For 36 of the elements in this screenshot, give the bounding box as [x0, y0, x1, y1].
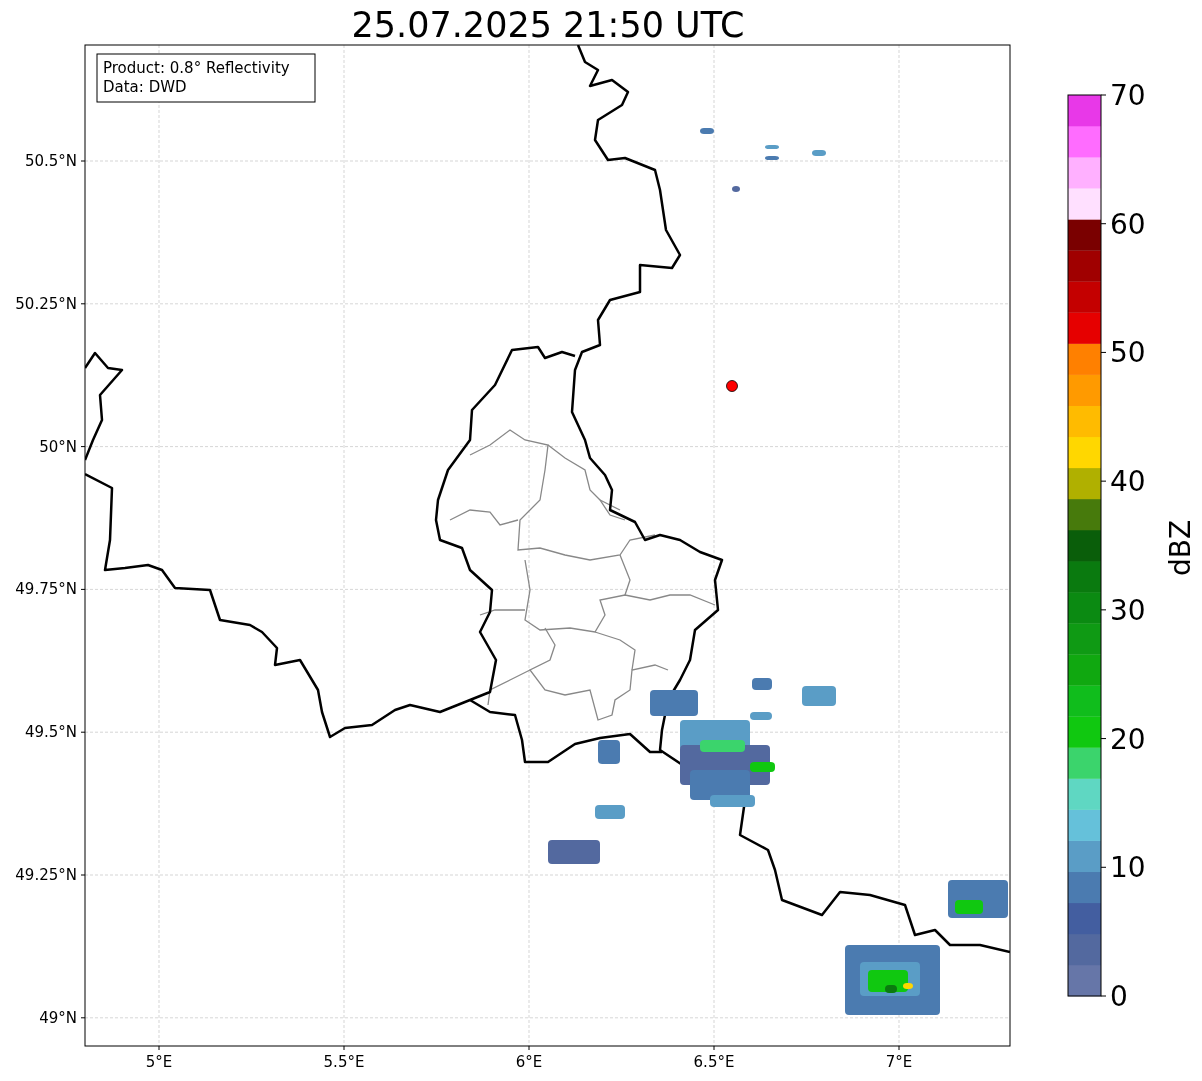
colorbar-label: dBZ [1164, 519, 1197, 577]
colorbar-tick-label: 20 [1110, 722, 1146, 756]
radar-echo [598, 740, 620, 764]
latitude-label: 50.25°N [15, 294, 77, 313]
radar-echo [812, 150, 826, 156]
longitude-label: 7°E [885, 1053, 913, 1071]
radar-echo [752, 678, 772, 690]
info-text: Product: 0.8° Reflectivity [103, 59, 290, 77]
colorbar-tick-label: 60 [1110, 207, 1146, 241]
longitude-label: 6.5°E [693, 1053, 735, 1071]
radar-echo [765, 156, 779, 160]
radar-echo [802, 686, 836, 706]
radar-echo [732, 186, 740, 192]
radar-echo [548, 840, 600, 864]
colorbar-tick-label: 40 [1110, 465, 1146, 499]
info-text: Data: DWD [103, 78, 187, 96]
latitude-label: 50°N [39, 437, 77, 456]
latitude-label: 49.25°N [15, 866, 77, 884]
latitude-label: 50.5°N [24, 152, 77, 170]
radar-site-marker [726, 380, 738, 392]
radar-echo [700, 128, 714, 134]
radar-echo [765, 145, 779, 149]
radar-echo [595, 805, 625, 819]
colorbar-tick-label: 30 [1110, 593, 1146, 627]
longitude-label: 6°E [515, 1053, 543, 1071]
latitude-label: 49.5°N [24, 723, 77, 742]
longitude-label: 5°E [145, 1053, 173, 1071]
colorbar-tick-label: 70 [1110, 79, 1146, 112]
latitude-label: 49°N [39, 1008, 77, 1027]
latitude-label: 49.75°N [15, 580, 77, 599]
colorbar-tick-label: 0 [1110, 980, 1128, 1013]
colorbar-tick-label: 50 [1110, 336, 1146, 370]
colorbar-tick-label: 10 [1110, 851, 1146, 885]
chart-title: 25.07.2025 21:50 UTC [351, 5, 745, 45]
longitude-label: 5.5°E [323, 1053, 365, 1071]
radar-echo [650, 690, 698, 716]
